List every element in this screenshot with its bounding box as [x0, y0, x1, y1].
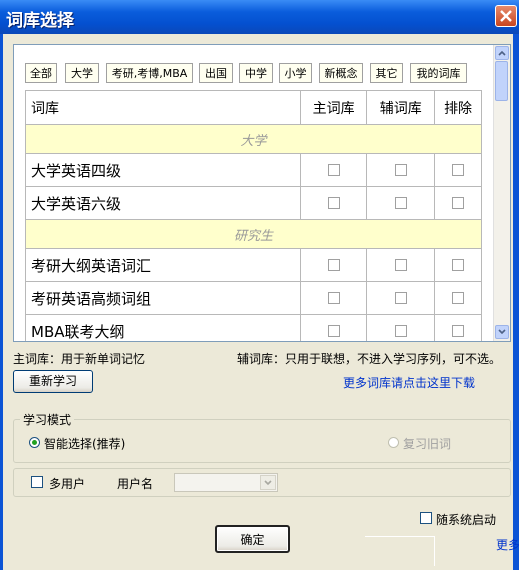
smart-select-radio[interactable] [29, 437, 40, 448]
group-row: 研究生 [25, 219, 482, 249]
separator [434, 536, 435, 566]
study-mode-legend: 学习模式 [20, 411, 75, 428]
column-header-main: 主词库 [299, 90, 368, 125]
aux-checkbox[interactable] [394, 325, 407, 337]
wordbank-name: 考研英语高频词组 [25, 281, 301, 315]
category-button[interactable]: 出国 [199, 63, 233, 83]
category-button[interactable]: 中学 [239, 63, 273, 83]
title-bar: 词库选择 [0, 0, 519, 34]
category-button[interactable]: 小学 [279, 63, 312, 83]
scroll-up-button[interactable] [495, 46, 509, 60]
table-row[interactable]: 大学英语六级 [25, 186, 482, 220]
startup-label: 随系统启动 [436, 513, 497, 527]
exclude-checkbox[interactable] [452, 292, 465, 304]
wordbank-name: 考研大纲英语词汇 [25, 248, 301, 282]
exclude-checkbox[interactable] [452, 164, 465, 176]
vertical-scrollbar[interactable] [493, 45, 510, 341]
table-header-row: 词库 主词库 辅词库 排除 [25, 90, 482, 125]
aux-bank-description: 辅词库：只用于联想，不进入学习序列，可不选。 [237, 352, 502, 366]
wordbank-table: 词库 主词库 辅词库 排除 大学 大学英语四级 大学英语六级 研究生 考研大纲英… [25, 90, 482, 341]
ok-button[interactable]: 确定 [215, 525, 290, 553]
aux-checkbox[interactable] [394, 164, 407, 176]
close-icon [500, 10, 512, 22]
exclude-checkbox[interactable] [452, 197, 465, 209]
close-button[interactable] [495, 5, 517, 27]
category-button[interactable]: 考研,考博,MBA [106, 63, 193, 83]
review-old-label[interactable]: 复习旧词 [403, 435, 451, 452]
multi-user-checkbox[interactable] [31, 476, 43, 488]
category-button[interactable]: 其它 [370, 63, 403, 83]
chevron-up-icon [498, 50, 506, 56]
window-title: 词库选择 [6, 11, 74, 31]
category-button[interactable]: 全部 [25, 63, 57, 83]
exclude-checkbox[interactable] [452, 259, 465, 271]
window-frame-right [513, 34, 519, 570]
table-row[interactable]: 考研英语高频词组 [25, 281, 482, 315]
column-header-aux: 辅词库 [366, 90, 436, 125]
main-checkbox[interactable] [327, 197, 340, 209]
scroll-down-button[interactable] [495, 325, 509, 339]
download-more-link[interactable]: 更多词库请点击这里下载 [343, 374, 475, 391]
wordbank-name: MBA联考大纲 [25, 314, 301, 341]
more-link[interactable]: 更多 [496, 536, 519, 553]
group-label: 大学 [25, 124, 482, 154]
table-row[interactable]: MBA联考大纲 [25, 314, 482, 341]
review-old-radio[interactable] [388, 437, 399, 448]
window-frame-left [0, 34, 3, 570]
wordbank-name: 大学英语四级 [25, 153, 301, 187]
smart-select-label[interactable]: 智能选择(推荐) [44, 435, 125, 452]
table-row[interactable]: 大学英语四级 [25, 153, 482, 187]
chevron-down-icon [498, 329, 506, 335]
aux-checkbox[interactable] [394, 259, 407, 271]
group-row: 大学 [25, 124, 482, 154]
wordbank-list[interactable]: 全部 大学 考研,考博,MBA 出国 中学 小学 新概念 其它 我的词库 词库 … [13, 44, 511, 342]
main-checkbox[interactable] [327, 325, 340, 337]
main-bank-description: 主词库：用于新单词记忆 [13, 352, 146, 366]
dropdown-button[interactable] [260, 475, 276, 490]
category-button[interactable]: 我的词库 [410, 63, 467, 83]
category-button[interactable]: 新概念 [319, 63, 363, 83]
category-button[interactable]: 大学 [65, 63, 99, 83]
table-row[interactable]: 考研大纲英语词汇 [25, 248, 482, 282]
relearn-button[interactable]: 重新学习 [13, 370, 93, 393]
column-header-exclude: 排除 [434, 90, 482, 125]
aux-checkbox[interactable] [394, 292, 407, 304]
chevron-down-icon [264, 480, 272, 486]
main-checkbox[interactable] [327, 259, 340, 271]
main-checkbox[interactable] [327, 292, 340, 304]
main-checkbox[interactable] [327, 164, 340, 176]
column-header-name: 词库 [25, 90, 301, 125]
group-label: 研究生 [25, 219, 482, 249]
username-combobox[interactable] [174, 473, 278, 492]
scroll-thumb[interactable] [495, 61, 508, 101]
separator [365, 536, 435, 537]
exclude-checkbox[interactable] [452, 325, 465, 337]
aux-checkbox[interactable] [394, 197, 407, 209]
username-label: 用户名 [117, 477, 154, 491]
multi-user-label: 多用户 [49, 477, 86, 491]
wordbank-name: 大学英语六级 [25, 186, 301, 220]
startup-checkbox[interactable] [420, 512, 432, 524]
